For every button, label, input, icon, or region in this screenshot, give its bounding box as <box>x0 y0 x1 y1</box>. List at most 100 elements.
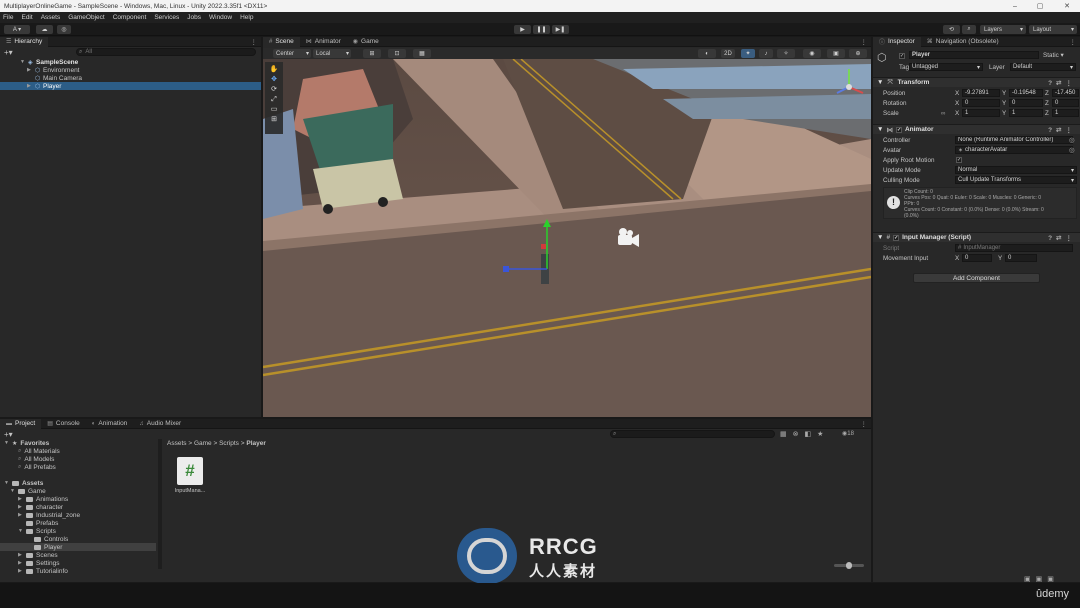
pause-button[interactable]: ❚❚ <box>533 25 550 34</box>
folder-row[interactable]: ▶ Tutorialinfo <box>18 567 68 575</box>
tag-dropdown[interactable]: Untagged ▾ <box>909 63 983 71</box>
icon-size-slider[interactable] <box>834 562 864 569</box>
history-icon[interactable]: ⟲ <box>943 25 960 34</box>
folder-row[interactable]: ▼ Scripts <box>18 527 56 535</box>
maximize-button[interactable]: ▢ <box>1031 0 1049 12</box>
folder-row[interactable]: ▶ Scenes <box>18 551 58 559</box>
breadcrumb-item[interactable]: Player <box>246 440 266 447</box>
menu-window[interactable]: Window <box>209 14 232 21</box>
root-motion-checkbox[interactable]: ✓ <box>956 157 962 163</box>
position-x-field[interactable]: -9.27891 <box>962 89 1000 97</box>
folder-row[interactable]: ▶ character <box>18 503 63 511</box>
add-component-button[interactable]: Add Component <box>913 273 1040 283</box>
object-name-field[interactable]: Player <box>909 51 1039 59</box>
snap-icon[interactable]: ⊡ <box>388 49 406 58</box>
add-icon[interactable]: +▾ <box>4 48 13 57</box>
scene-camera-icon[interactable]: ▣ <box>827 49 845 58</box>
folder-row[interactable]: ▼ Game <box>10 487 46 495</box>
menu-edit[interactable]: Edit <box>21 14 32 21</box>
folder-row[interactable]: ▶ Industrial_zone <box>18 511 80 519</box>
breadcrumb-item[interactable]: Scripts <box>219 440 239 447</box>
culling-mode-dropdown[interactable]: Cull Update Transforms ▾ <box>955 176 1077 184</box>
rotation-z-field[interactable]: 0 <box>1052 99 1079 107</box>
effects-icon[interactable]: ✧ <box>777 49 795 58</box>
panel-menu-icon[interactable]: ⋮ <box>1070 38 1077 46</box>
audio-icon[interactable]: ♪ <box>759 49 773 58</box>
static-toggle[interactable]: Static ▾ <box>1043 52 1064 59</box>
cloud-icon[interactable]: ☁ <box>36 25 53 34</box>
tab-hierarchy[interactable]: ☰ Hierarchy <box>0 36 49 47</box>
component-actions-icon[interactable]: ?⇄⋮ <box>1048 79 1076 87</box>
menu-assets[interactable]: Assets <box>41 14 61 21</box>
rect-tool-icon[interactable]: ▭ <box>267 105 281 115</box>
tab-animator[interactable]: ⋈ Animator <box>300 37 347 47</box>
animator-enabled-checkbox[interactable]: ✓ <box>895 126 902 133</box>
component-actions-icon[interactable]: ?⇄⋮ <box>1048 234 1076 242</box>
play-button[interactable]: ▶ <box>514 25 531 34</box>
position-y-field[interactable]: -0.19548 <box>1009 89 1043 97</box>
add-icon[interactable]: +▾ <box>4 430 13 439</box>
favorite-item[interactable]: ⌕ All Prefabs <box>18 463 56 471</box>
hidden-packages-count[interactable]: ◉18 <box>842 430 854 437</box>
hand-tool-icon[interactable]: ✋ <box>267 65 281 75</box>
tab-scene[interactable]: # Scene <box>263 36 300 47</box>
favorites-row[interactable]: ▼ ★ Favorites <box>4 439 49 447</box>
account-dropdown[interactable]: A ▾ <box>4 25 30 34</box>
close-button[interactable]: ✕ <box>1058 0 1076 12</box>
tree-scrollbar[interactable] <box>158 439 162 569</box>
space-dropdown[interactable]: Local ▾ <box>313 49 351 58</box>
favorite-item[interactable]: ⌕ All Materials <box>18 447 60 455</box>
asset-file[interactable]: # InputMana... <box>170 455 210 497</box>
position-z-field[interactable]: -17.450 <box>1052 89 1079 97</box>
hierarchy-item[interactable]: ▶ ⬡ Environment <box>27 66 260 74</box>
hierarchy-item-selected[interactable]: ▶ ⬡ Player <box>0 82 261 90</box>
pivot-dropdown[interactable]: Center ▾ <box>273 49 311 58</box>
assets-row[interactable]: ▼ Assets <box>4 479 43 487</box>
grid-snap-icon[interactable]: ⊞ <box>363 49 381 58</box>
hidden-objects-icon[interactable]: ◉ <box>803 49 821 58</box>
object-picker-icon[interactable]: ◎ <box>1069 147 1075 154</box>
2d-toggle[interactable]: 2D <box>721 49 735 58</box>
constrain-proportions-icon[interactable]: ∞ <box>941 110 946 117</box>
tab-audio-mixer[interactable]: ♫ Audio Mixer <box>133 419 187 429</box>
tab-inspector[interactable]: ⓘ Inspector <box>873 36 921 47</box>
folder-row[interactable]: ▶ Animations <box>18 495 68 503</box>
object-active-checkbox[interactable]: ✓ <box>899 53 905 59</box>
step-button[interactable]: ▶❚ <box>552 25 569 34</box>
tab-animation[interactable]: ◐ Animation <box>86 419 134 429</box>
tab-game[interactable]: ◉ Game <box>347 37 385 47</box>
move-tool-icon[interactable]: ✥ <box>267 75 281 85</box>
layout-dropdown[interactable]: Layout ▾ <box>1029 25 1077 34</box>
menu-gameobject[interactable]: GameObject <box>68 14 105 21</box>
breadcrumb-item[interactable]: Game <box>194 440 212 447</box>
lighting-icon[interactable]: ✦ <box>741 49 755 58</box>
panel-menu-icon[interactable]: ⋮ <box>251 38 258 46</box>
collab-icon[interactable]: ◎ <box>57 25 71 34</box>
layer-dropdown[interactable]: Default ▾ <box>1010 63 1076 71</box>
component-actions-icon[interactable]: ?⇄⋮ <box>1048 126 1076 134</box>
scale-x-field[interactable]: 1 <box>962 109 1000 117</box>
scale-tool-icon[interactable]: ⤢ <box>267 95 281 105</box>
rotate-tool-icon[interactable]: ⟳ <box>267 85 281 95</box>
gizmos-icon[interactable]: ⊕ <box>849 49 867 58</box>
orientation-gizmo[interactable] <box>831 63 867 109</box>
rotation-y-field[interactable]: 0 <box>1009 99 1043 107</box>
folder-row[interactable]: Controls <box>34 535 68 543</box>
scale-y-field[interactable]: 1 <box>1009 109 1043 117</box>
tab-project[interactable]: ▬ Project <box>0 418 42 429</box>
menu-services[interactable]: Services <box>154 14 179 21</box>
project-filter-icons[interactable]: ▦⊗◧★ <box>780 430 829 438</box>
rotation-x-field[interactable]: 0 <box>962 99 1000 107</box>
object-picker-icon[interactable]: ◎ <box>1069 137 1075 144</box>
minimize-button[interactable]: – <box>1006 0 1024 12</box>
animator-header[interactable]: ▼ ⋈ ✓ Animator ?⇄⋮ <box>873 124 1080 134</box>
folder-row-selected[interactable]: Player <box>0 543 156 551</box>
search-icon[interactable]: ⌕ <box>962 25 976 34</box>
increment-icon[interactable]: ▦ <box>413 49 431 58</box>
breadcrumb-item[interactable]: Assets <box>167 440 187 447</box>
menu-help[interactable]: Help <box>240 14 253 21</box>
controller-field[interactable]: None (Runtime Animator Controller) <box>955 136 1073 144</box>
scene-viewport[interactable]: ✋ ✥ ⟳ ⤢ ▭ ⊞ <box>263 59 871 417</box>
slider-handle[interactable] <box>846 562 852 569</box>
scale-z-field[interactable]: 1 <box>1052 109 1079 117</box>
